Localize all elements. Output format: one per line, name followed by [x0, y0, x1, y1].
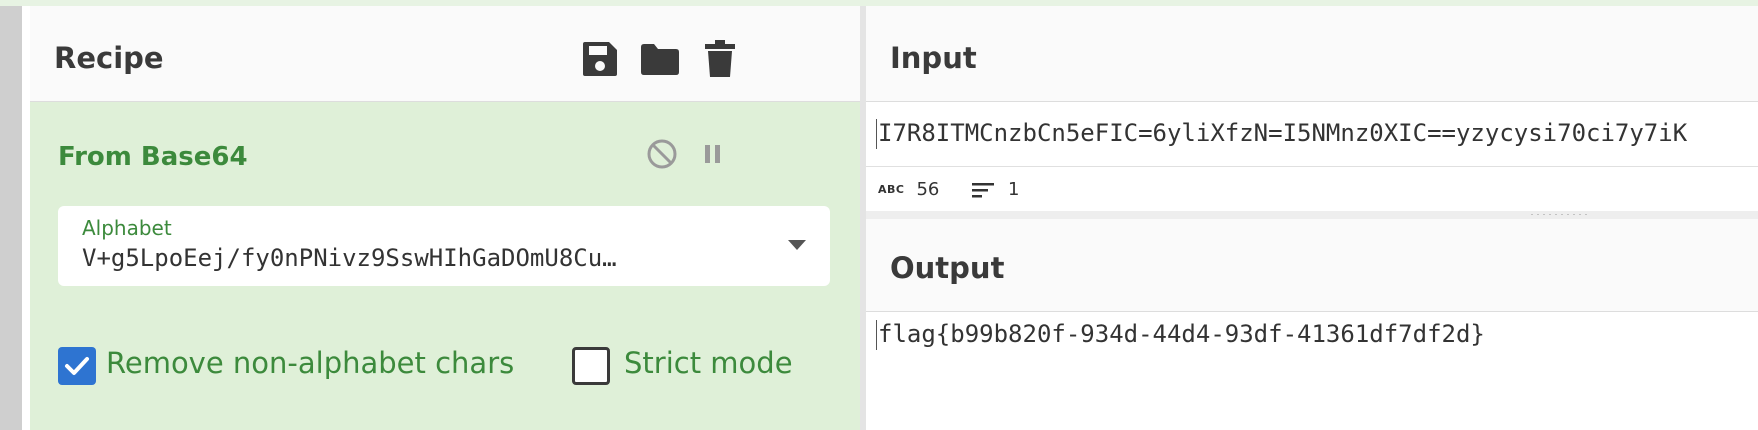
- grip-icon: [1529, 213, 1591, 216]
- output-text-cursor: [876, 320, 877, 350]
- pause-operation-button[interactable]: [695, 136, 731, 172]
- load-recipe-button[interactable]: [639, 38, 681, 80]
- disable-icon: [647, 139, 677, 169]
- input-length-status: ABC 56: [878, 179, 939, 200]
- remove-non-alphabet-label[interactable]: Remove non-alphabet chars: [106, 346, 514, 380]
- disable-operation-button[interactable]: [644, 136, 680, 172]
- save-recipe-button[interactable]: [579, 38, 621, 80]
- chevron-down-icon: [788, 240, 806, 250]
- alphabet-select[interactable]: Alphabet V+g5LpoEej/fy0nPNivz9SswHIhGaDO…: [58, 206, 830, 286]
- strict-mode-checkbox[interactable]: [572, 347, 610, 385]
- output-text: flag{b99b820f-934d-44d4-93df-41361df7df2…: [878, 320, 1485, 348]
- abc-icon: ABC: [878, 183, 905, 196]
- output-title: Output: [890, 251, 1005, 285]
- io-panel: Input I7R8ITMCnzbCn5eFIC=6yliXfzN=I5NMnz…: [866, 6, 1758, 430]
- save-icon: [583, 42, 617, 76]
- checkmark-icon: [65, 357, 89, 375]
- alphabet-value: V+g5LpoEej/fy0nPNivz9SswHIhGaDOmU8Cu…: [82, 244, 617, 272]
- io-resize-handle[interactable]: [866, 211, 1758, 219]
- recipe-panel: Recipe From Base64 Alphabet V+g5LpoEej/f…: [30, 6, 860, 430]
- input-title: Input: [890, 41, 977, 75]
- recipe-title: Recipe: [54, 41, 164, 75]
- input-textarea[interactable]: I7R8ITMCnzbCn5eFIC=6yliXfzN=I5NMnz0XIC==…: [866, 102, 1758, 167]
- input-length: 56: [916, 179, 940, 200]
- input-header: Input: [866, 6, 1758, 102]
- output-header: Output: [866, 219, 1758, 312]
- trash-icon: [705, 40, 735, 77]
- input-lines: 1: [1008, 179, 1020, 200]
- input-text: I7R8ITMCnzbCn5eFIC=6yliXfzN=I5NMnz0XIC==…: [878, 119, 1688, 147]
- operation-title: From Base64: [58, 142, 248, 172]
- clear-recipe-button[interactable]: [699, 38, 741, 80]
- remove-non-alphabet-checkbox[interactable]: [58, 347, 96, 385]
- strict-mode-label[interactable]: Strict mode: [624, 346, 793, 380]
- alphabet-label: Alphabet: [82, 216, 172, 240]
- input-lines-status: 1: [972, 179, 1019, 200]
- input-status-bar: ABC 56 1: [866, 167, 1758, 211]
- pause-icon: [705, 145, 720, 163]
- folder-icon: [641, 44, 679, 75]
- recipe-header: Recipe: [30, 6, 860, 102]
- from-base64-operation: From Base64 Alphabet V+g5LpoEej/fy0nPNiv…: [30, 102, 860, 430]
- lines-icon: [972, 182, 994, 197]
- left-gutter: [0, 6, 22, 430]
- text-cursor: [876, 119, 877, 149]
- output-textarea[interactable]: flag{b99b820f-934d-44d4-93df-41361df7df2…: [866, 312, 1758, 430]
